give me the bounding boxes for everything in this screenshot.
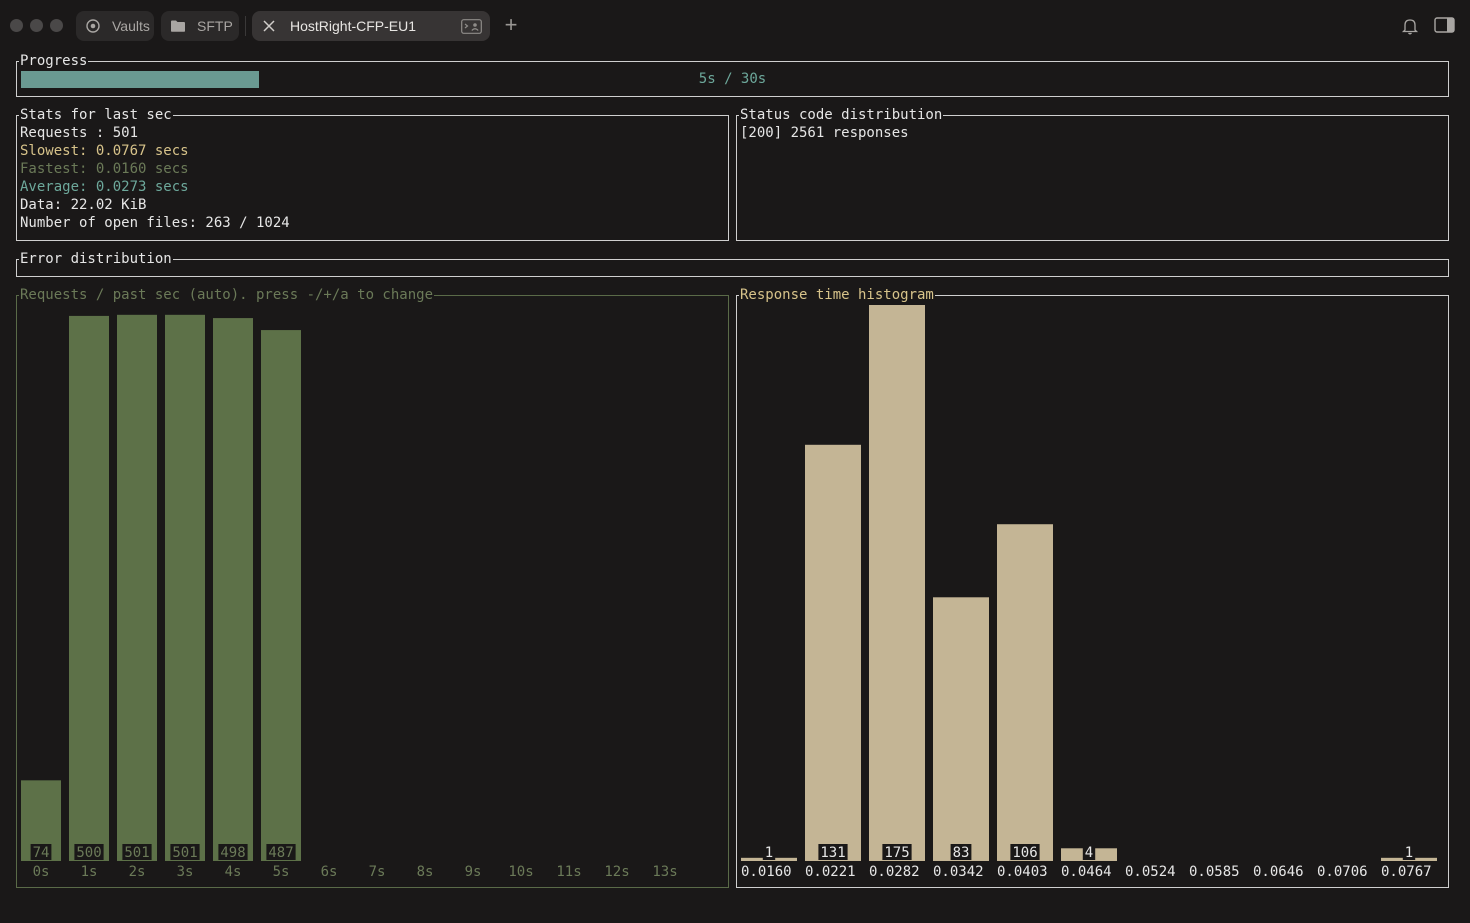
data-stat: Data: 22.02 KiB: [20, 197, 147, 213]
bar-value-label: 1: [765, 845, 773, 861]
tab-label: SFTP: [197, 18, 233, 34]
x-tick-label: 0.0221: [805, 864, 856, 880]
bell-icon[interactable]: [1400, 16, 1420, 36]
x-tick-label: 5s: [273, 864, 290, 880]
status-code-panel: Status code distribution [200] 2561 resp…: [736, 106, 1449, 241]
x-tick-label: 0.0160: [741, 864, 792, 880]
bar-value-label: 501: [172, 845, 197, 861]
chart-bar: [213, 318, 253, 861]
x-tick-label: 0.0282: [869, 864, 920, 880]
x-tick-label: 4s: [225, 864, 242, 880]
x-tick-label: 3s: [177, 864, 194, 880]
x-tick-label: 11s: [556, 864, 581, 880]
chart-bar: [165, 314, 205, 861]
histogram-chart: 1 0.0160 131 0.0221 175 0.0282 83 0.0342 106 0.04…: [741, 305, 1437, 880]
progress-text: 5s / 30s: [698, 71, 767, 87]
requests-stat: Requests : 501: [20, 125, 139, 141]
new-tab-button[interactable]: +: [500, 14, 522, 38]
bar-value-label: 501: [124, 845, 149, 861]
sidebar-toggle-icon[interactable]: [1434, 16, 1456, 36]
progress-title: Progress: [19, 52, 89, 70]
bar-value-label: 498: [220, 845, 245, 861]
x-tick-label: 0.0585: [1189, 864, 1240, 880]
bar-value-label: 131: [820, 845, 845, 861]
bar-value-label: 175: [884, 845, 909, 861]
x-tick-label: 0.0464: [1061, 864, 1112, 880]
terminal-user-icon[interactable]: [460, 17, 482, 35]
slowest-stat: Slowest: 0.0767 secs: [20, 143, 189, 159]
requests-chart: 74 0s 500 1s 501 2s 501 3s 498 4s 487 5s 6s 7s 8s 9s 10s…: [21, 314, 678, 880]
x-tick-label: 0.0767: [1381, 864, 1432, 880]
x-tick-label: 6s: [321, 864, 338, 880]
stats-panel: Stats for last sec Requests : 501 Slowes…: [16, 106, 729, 241]
x-tick-label: 0.0646: [1253, 864, 1304, 880]
tab-label: HostRight-CFP-EU1: [290, 18, 417, 34]
tab-label: Vaults: [112, 18, 150, 34]
fastest-stat: Fastest: 0.0160 secs: [20, 161, 189, 177]
x-tick-label: 0.0403: [997, 864, 1048, 880]
chart-bar: [869, 305, 925, 861]
close-window-button[interactable]: [10, 19, 23, 32]
title-bar: Vaults SFTP HostRight-CFP-EU1 +: [0, 0, 1470, 52]
chart-bar: [117, 314, 157, 861]
requests-chart-panel: Requests / past sec (auto). press -/+/a …: [16, 286, 729, 888]
chart-bar: [69, 315, 109, 861]
chart-bar: [261, 330, 301, 861]
bar-value-label: 74: [33, 845, 50, 861]
folder-icon: [169, 17, 187, 35]
x-tick-label: 0.0524: [1125, 864, 1176, 880]
x-tick-label: 10s: [508, 864, 533, 880]
tab-separator: [245, 16, 246, 36]
error-distribution-title: Error distribution: [19, 250, 173, 268]
histogram-panel: Response time histogram 1 0.0160 131 0.0221…: [736, 286, 1449, 888]
stats-title: Stats for last sec: [19, 106, 173, 124]
tab-vaults[interactable]: Vaults: [76, 11, 154, 41]
x-tick-label: 0.0706: [1317, 864, 1368, 880]
error-distribution-panel: Error distribution: [16, 250, 1449, 277]
progress-panel: Progress 5s / 30s: [16, 52, 1449, 97]
x-tick-label: 7s: [369, 864, 386, 880]
vault-icon: [84, 17, 102, 35]
bar-value-label: 106: [1012, 845, 1037, 861]
status-code-title: Status code distribution: [739, 106, 944, 124]
bar-value-label: 500: [76, 845, 101, 861]
bar-value-label: 83: [953, 845, 970, 861]
tab-hostright[interactable]: HostRight-CFP-EU1: [252, 11, 490, 41]
status-code-line: [200] 2561 responses: [740, 125, 909, 141]
x-tick-label: 8s: [417, 864, 434, 880]
zoom-window-button[interactable]: [50, 19, 63, 32]
chart-bar: [997, 524, 1053, 861]
open-files-stat: Number of open files: 263 / 1024: [20, 215, 290, 231]
x-tick-label: 9s: [465, 864, 482, 880]
bar-value-label: 487: [268, 845, 293, 861]
x-tick-label: 13s: [652, 864, 677, 880]
bar-value-label: 4: [1085, 845, 1093, 861]
average-stat: Average: 0.0273 secs: [20, 179, 189, 195]
bar-value-label: 1: [1405, 845, 1413, 861]
close-icon[interactable]: [260, 17, 278, 35]
x-tick-label: 2s: [129, 864, 146, 880]
x-tick-label: 0s: [33, 864, 50, 880]
x-tick-label: 0.0342: [933, 864, 984, 880]
tab-sftp[interactable]: SFTP: [161, 11, 239, 41]
x-tick-label: 1s: [81, 864, 98, 880]
chart-bar: [805, 444, 861, 861]
x-tick-label: 12s: [604, 864, 629, 880]
minimize-window-button[interactable]: [30, 19, 43, 32]
chart-bar: [933, 597, 989, 861]
